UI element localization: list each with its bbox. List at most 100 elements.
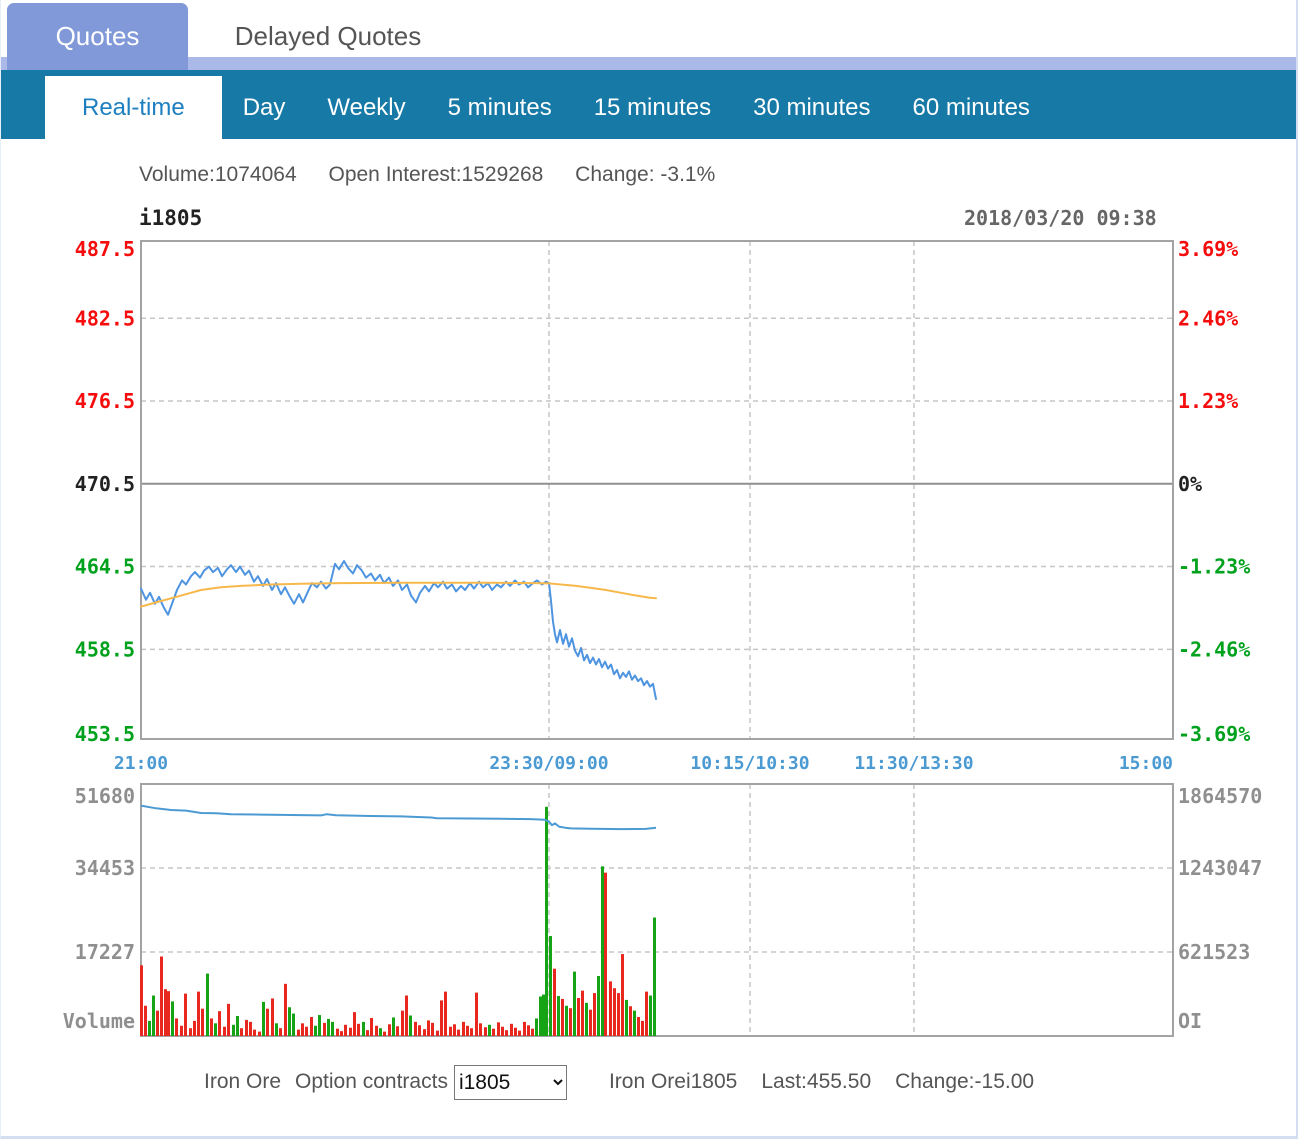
volume-bar [518, 1030, 521, 1036]
info-change: Change: -3.1% [575, 163, 716, 186]
volume-bar [510, 1023, 513, 1036]
price-axis-tick: 464.5 [75, 555, 135, 579]
volume-bar [206, 973, 209, 1036]
plot-border [140, 240, 1174, 740]
volume-bar [613, 988, 616, 1036]
volume-bar [275, 1023, 278, 1036]
volume-bar [297, 1029, 300, 1036]
volume-bar [388, 1024, 391, 1036]
volume-bar [440, 1000, 443, 1036]
nav-item-15-minutes[interactable]: 15 minutes [573, 76, 732, 139]
volume-bar [214, 1023, 217, 1036]
nav-item-30-minutes[interactable]: 30 minutes [732, 76, 891, 139]
nav-item-weekly[interactable]: Weekly [306, 76, 426, 139]
nav-item-60-minutes[interactable]: 60 minutes [892, 76, 1051, 139]
volume-bar [227, 1003, 230, 1036]
tabs-row: Quotes Delayed Quotes [1, 0, 1296, 70]
volume-bar [569, 1008, 572, 1036]
info-line: Volume:1074064 Open Interest:1529268 Cha… [139, 163, 741, 187]
volume-bar [223, 1026, 226, 1036]
volume-bar [284, 983, 287, 1036]
volume-bar [601, 866, 604, 1036]
volume-bar [349, 1027, 352, 1036]
volume-bar [629, 1006, 632, 1036]
period-nav: Real-time Day Weekly 5 minutes 15 minute… [1, 70, 1296, 139]
tab-quotes[interactable]: Quotes [7, 3, 188, 70]
volume-bar [353, 1012, 356, 1036]
volume-bar [144, 1005, 147, 1036]
volume-bar [171, 1001, 174, 1036]
percent-axis-tick: 3.69% [1178, 240, 1238, 261]
volume-bar [340, 1031, 343, 1036]
volume-bar [156, 1010, 159, 1036]
volume-bar [542, 994, 545, 1036]
volume-bar [175, 1018, 178, 1036]
volume-bar [344, 1024, 347, 1036]
volume-bar [497, 1022, 500, 1036]
volume-bar [581, 990, 584, 1036]
volume-bar [218, 1011, 221, 1036]
volume-bar [271, 998, 274, 1036]
price-line [140, 560, 657, 700]
average-line [140, 581, 657, 608]
chart-datetime: 2018/03/20 09:38 [964, 206, 1157, 230]
nav-item-5-minutes[interactable]: 5 minutes [427, 76, 573, 139]
volume-bar [262, 1001, 265, 1036]
volume-bar [383, 1031, 386, 1036]
volume-bar [492, 1028, 495, 1036]
volume-bar [327, 1018, 330, 1036]
volume-bar [653, 917, 656, 1036]
volume-bar [197, 991, 200, 1036]
info-open-interest: Open Interest:1529268 [328, 163, 544, 186]
volume-bar [314, 1025, 317, 1036]
volume-bar [617, 993, 620, 1036]
volume-bar [266, 1008, 269, 1036]
nav-item-realtime[interactable]: Real-time [45, 76, 222, 139]
volume-bar [305, 1026, 308, 1036]
volume-bar [140, 965, 143, 1036]
volume-bar [645, 991, 648, 1036]
volume-bar [573, 971, 576, 1036]
volume-bar [488, 1024, 491, 1036]
volume-bar [379, 1028, 382, 1036]
volume-bar [453, 1024, 456, 1036]
volume-bar [401, 1010, 404, 1036]
time-axis-tick: 21:00 [114, 753, 168, 774]
volume-bar [152, 995, 155, 1036]
volume-bar [609, 981, 612, 1036]
volume-chart[interactable]: 51680 34453 17227 Volume 1864570 1243047 62152… [1, 783, 1298, 1038]
volume-bar [475, 992, 478, 1036]
volume-bar [301, 1023, 304, 1036]
volume-bar [409, 1015, 412, 1036]
contract-select[interactable]: i1805 [453, 1064, 567, 1100]
volume-bar [531, 1028, 534, 1036]
price-axis-tick: 482.5 [75, 306, 135, 330]
volume-bar [604, 872, 607, 1036]
price-axis-tick: 487.5 [75, 240, 135, 261]
tab-delayed-quotes-label: Delayed Quotes [234, 21, 422, 51]
volume-bar [279, 1028, 282, 1036]
tab-delayed-quotes[interactable]: Delayed Quotes [188, 3, 468, 70]
volume-bar [318, 1015, 321, 1036]
volume-bar [323, 1022, 326, 1036]
volume-bar [357, 1023, 360, 1036]
volume-bar [232, 1024, 235, 1036]
percent-axis-tick: -1.23% [1178, 555, 1250, 579]
volume-bar [649, 995, 652, 1036]
volume-bar [148, 1020, 151, 1036]
volume-bar [370, 1017, 373, 1036]
price-chart[interactable]: 487.5 482.5 476.5 470.5 464.5 458.5 453.5 3.69%… [1, 240, 1298, 783]
contract-selector-row: Iron Ore Option contracts i1805 Iron Ore… [204, 1063, 1034, 1101]
volume-bar [457, 1029, 460, 1036]
volume-bar [423, 1029, 426, 1036]
contract-code: i1805 [139, 206, 203, 230]
oi-axis-tick: 1243047 [1178, 856, 1262, 880]
volume-bar [258, 1031, 261, 1036]
volume-bar [625, 999, 628, 1036]
volume-bar [449, 1026, 452, 1036]
volume-bar [621, 954, 624, 1036]
volume-bar [366, 1030, 369, 1036]
volume-bar [288, 1007, 291, 1036]
oi-axis-tick: OI [1178, 1009, 1202, 1033]
nav-item-day[interactable]: Day [222, 76, 307, 139]
